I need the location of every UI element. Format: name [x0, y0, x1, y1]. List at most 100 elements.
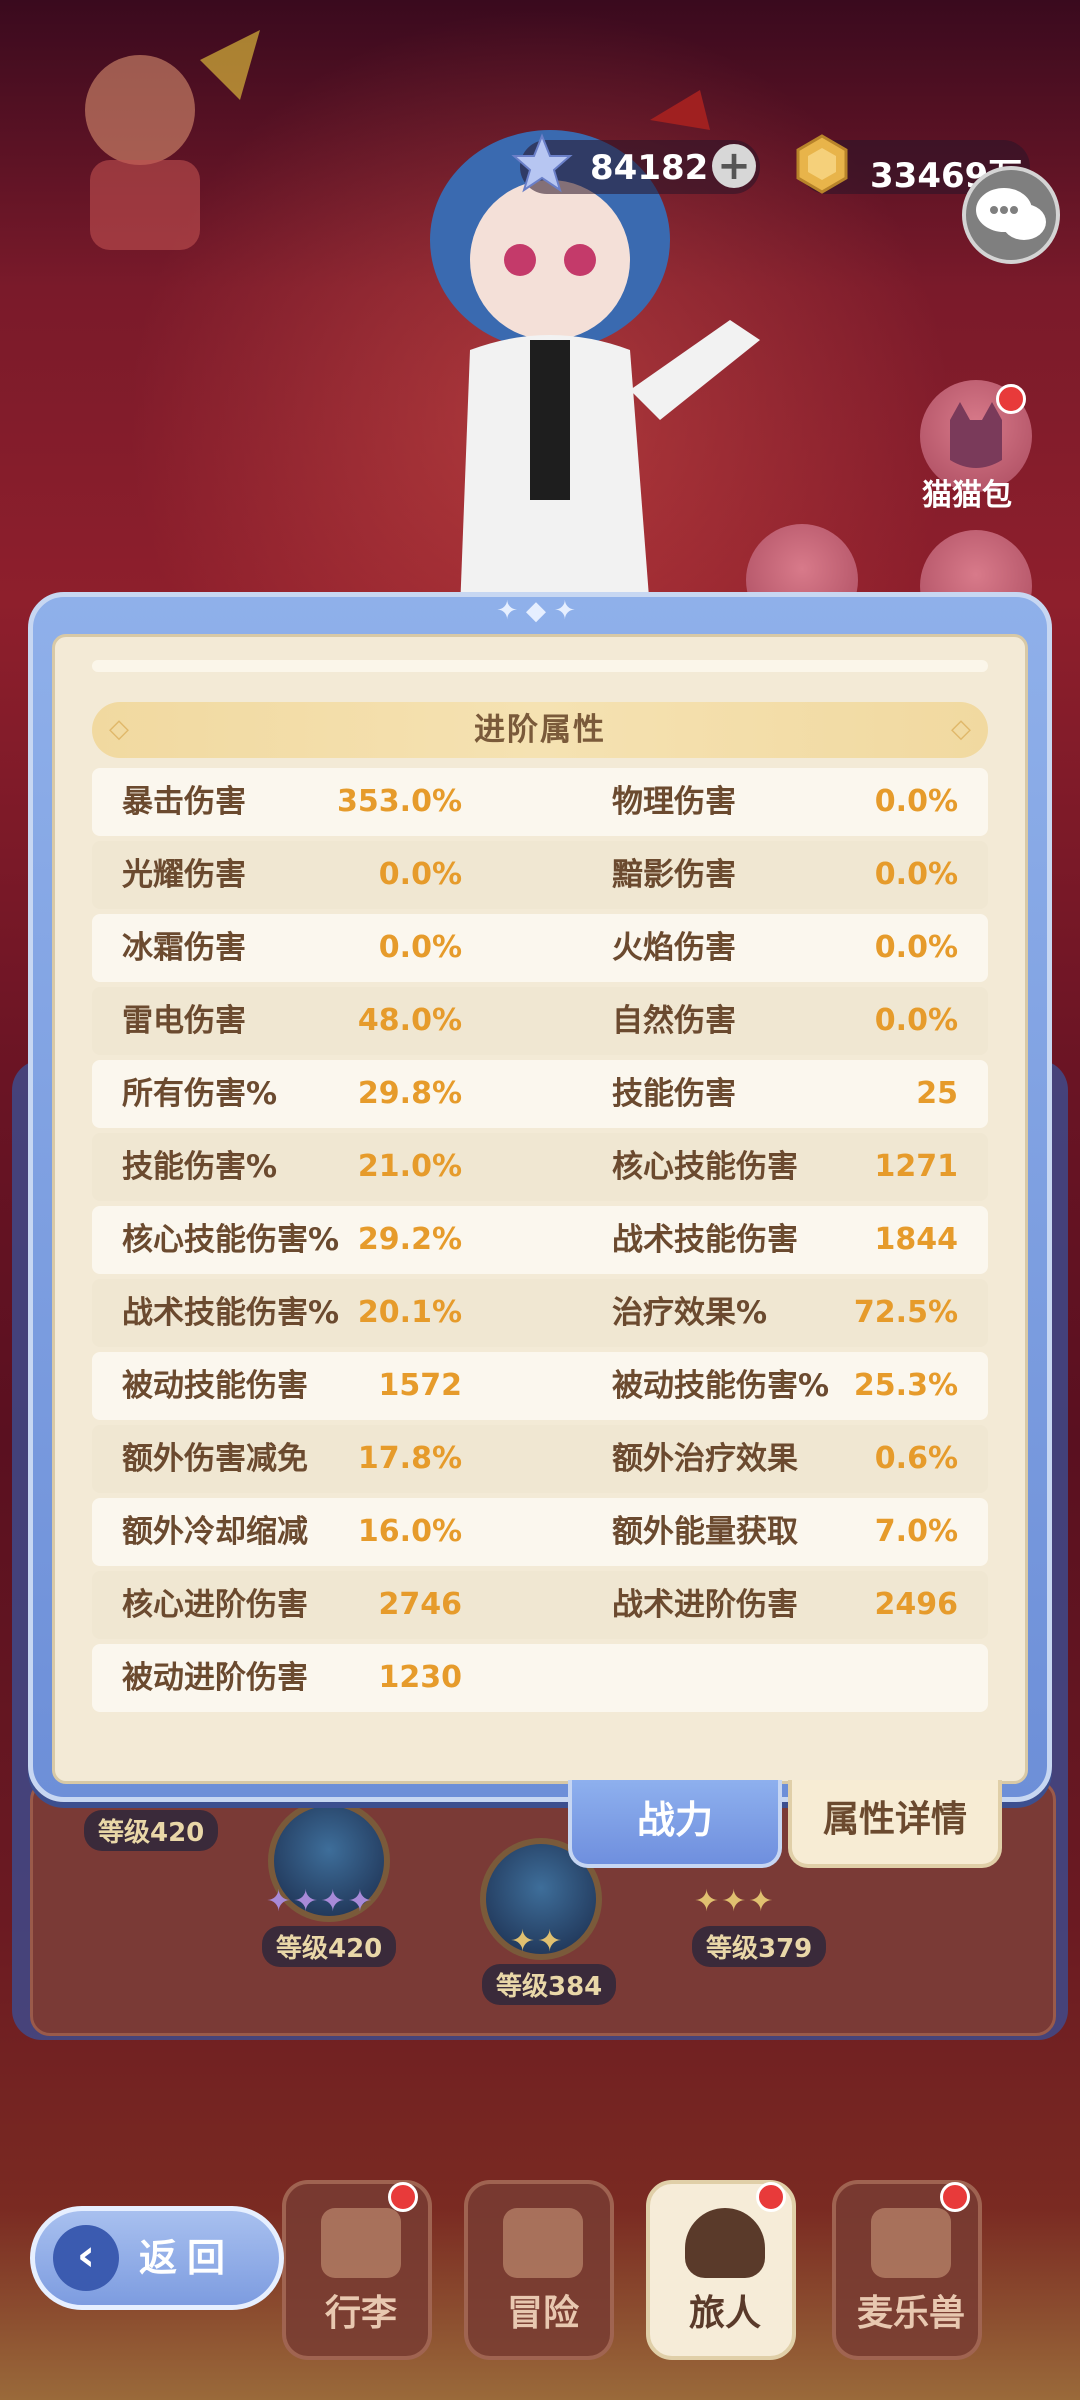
- chat-button[interactable]: [962, 166, 1060, 264]
- notification-dot: [940, 2182, 970, 2212]
- tab-attribute-details[interactable]: 属性详情: [788, 1780, 1002, 1868]
- stat-label: 被动技能伤害%: [612, 1368, 830, 1404]
- skill-stars: ✦✦✦✦: [266, 1884, 375, 1919]
- stat-value: 25.3%: [853, 1368, 958, 1403]
- stat-row: 暴击伤害 353.0% 物理伤害 0.0%: [92, 768, 988, 836]
- stat-value: 16.0%: [357, 1514, 462, 1549]
- stat-row: 技能伤害% 21.0% 核心技能伤害 1271: [92, 1133, 988, 1201]
- stat-label: 所有伤害%: [122, 1076, 278, 1112]
- nav-label: 麦乐兽: [856, 2293, 965, 2334]
- crossed-swords-icon: [503, 2208, 583, 2278]
- stat-label: 被动进阶伤害: [122, 1660, 308, 1696]
- stat-value: 1572: [378, 1368, 463, 1403]
- diamond-icon: ◇: [951, 714, 971, 744]
- gem-count: 84182: [590, 148, 709, 188]
- stat-value: 17.8%: [357, 1441, 462, 1476]
- ornament-icon: ✦◆✦: [496, 596, 584, 626]
- stat-label: 核心进阶伤害: [122, 1587, 308, 1623]
- stat-label: 被动技能伤害: [122, 1368, 308, 1404]
- nav-label: 行李: [324, 2293, 397, 2334]
- stat-value: 2746: [378, 1587, 463, 1622]
- stat-value: 48.0%: [357, 1003, 462, 1038]
- nav-adventure[interactable]: 冒险: [464, 2180, 614, 2360]
- stat-row: 被动进阶伤害 1230: [92, 1644, 988, 1712]
- stat-value: 25: [916, 1076, 958, 1111]
- gem-counter: 84182 +: [511, 133, 760, 194]
- background-creature: [85, 30, 260, 250]
- nav-label: 冒险: [506, 2293, 579, 2334]
- back-button[interactable]: ‹ 返回: [30, 2206, 284, 2310]
- section-header: ◇ 进阶属性 ◇: [92, 702, 988, 758]
- stat-value: 21.0%: [357, 1149, 462, 1184]
- notification-dot: [388, 2182, 418, 2212]
- stat-value: 353.0%: [337, 784, 462, 819]
- add-gems-button[interactable]: +: [712, 144, 756, 188]
- stat-row: 光耀伤害 0.0% 黯影伤害 0.0%: [92, 841, 988, 909]
- notification-dot: [756, 2182, 786, 2212]
- stat-label: 物理伤害: [612, 784, 736, 820]
- stat-label: 技能伤害: [612, 1076, 736, 1112]
- stat-label: 冰霜伤害: [122, 930, 246, 966]
- chat-bubbles-icon: [976, 188, 1046, 240]
- traveler-portrait-icon: [685, 2208, 765, 2278]
- stat-label: 额外冷却缩减: [122, 1514, 308, 1550]
- stat-label: 自然伤害: [612, 1003, 736, 1039]
- stat-row: 被动技能伤害 1572 被动技能伤害% 25.3%: [92, 1352, 988, 1420]
- stat-row: 额外伤害减免 17.8% 额外治疗效果 0.6%: [92, 1425, 988, 1493]
- stat-label: 暴击伤害: [122, 784, 246, 820]
- stat-value: 72.5%: [853, 1295, 958, 1330]
- scroll-edge: [92, 660, 988, 672]
- stat-row: 冰霜伤害 0.0% 火焰伤害 0.0%: [92, 914, 988, 982]
- stat-value: 1271: [874, 1149, 959, 1184]
- tab-power[interactable]: 战力: [568, 1780, 782, 1868]
- stat-row: 雷电伤害 48.0% 自然伤害 0.0%: [92, 987, 988, 1055]
- stat-value: 0.0%: [378, 857, 462, 892]
- stat-value: 0.0%: [874, 857, 958, 892]
- stat-row: 所有伤害% 29.8% 技能伤害 25: [92, 1060, 988, 1128]
- skill-level-badge: 等级384: [482, 1964, 617, 2005]
- cat-bag-label: 猫猫包: [922, 478, 1012, 513]
- luggage-icon: [321, 2208, 401, 2278]
- stat-label: 火焰伤害: [612, 930, 736, 966]
- stat-value: 0.0%: [378, 930, 462, 965]
- stat-label: 黯影伤害: [612, 857, 736, 893]
- skill-stars: ✦✦✦: [694, 1884, 776, 1919]
- stat-value: 1844: [874, 1222, 959, 1257]
- notification-dot: [996, 384, 1026, 414]
- stat-value: 29.8%: [357, 1076, 462, 1111]
- stat-label: 战术技能伤害%: [122, 1295, 340, 1331]
- stat-label: 核心技能伤害%: [122, 1222, 340, 1258]
- stat-label: 光耀伤害: [122, 857, 246, 893]
- crystal-star-icon: [511, 133, 573, 193]
- stat-value: 7.0%: [874, 1514, 958, 1549]
- section-title: 进阶属性: [474, 712, 606, 748]
- stat-label: 雷电伤害: [122, 1003, 246, 1039]
- stat-label: 战术进阶伤害: [612, 1587, 798, 1623]
- skill-level-badge: 等级420: [262, 1926, 397, 1967]
- stat-row: 核心技能伤害% 29.2% 战术技能伤害 1844: [92, 1206, 988, 1274]
- stat-value: 29.2%: [357, 1222, 462, 1257]
- stat-value: 0.6%: [874, 1441, 958, 1476]
- stat-label: 额外能量获取: [612, 1514, 798, 1550]
- stat-value: 20.1%: [357, 1295, 462, 1330]
- stat-value: 1230: [378, 1660, 463, 1695]
- stat-value: 0.0%: [874, 1003, 958, 1038]
- stat-label: 核心技能伤害: [612, 1149, 798, 1185]
- stat-label: 治疗效果%: [612, 1295, 768, 1331]
- stat-value: 0.0%: [874, 930, 958, 965]
- stat-label: 额外伤害减免: [122, 1441, 308, 1477]
- stat-row: 额外冷却缩减 16.0% 额外能量获取 7.0%: [92, 1498, 988, 1566]
- back-label: 返回: [139, 2236, 236, 2280]
- stat-value: 2496: [874, 1587, 959, 1622]
- back-arrow-icon: ‹: [53, 2225, 119, 2291]
- pet-fox-icon: [871, 2208, 951, 2278]
- gold-coin-icon: [796, 134, 848, 194]
- stat-label: 技能伤害%: [122, 1149, 278, 1185]
- stat-value: [838, 1644, 958, 1712]
- skill-stars: ✦✦: [510, 1924, 565, 1959]
- nav-label: 旅人: [688, 2293, 761, 2334]
- stat-label: 战术技能伤害: [612, 1222, 798, 1258]
- stat-row: 战术技能伤害% 20.1% 治疗效果% 72.5%: [92, 1279, 988, 1347]
- skill-level-badge: 等级420: [84, 1810, 219, 1851]
- stat-row: 核心进阶伤害 2746 战术进阶伤害 2496: [92, 1571, 988, 1639]
